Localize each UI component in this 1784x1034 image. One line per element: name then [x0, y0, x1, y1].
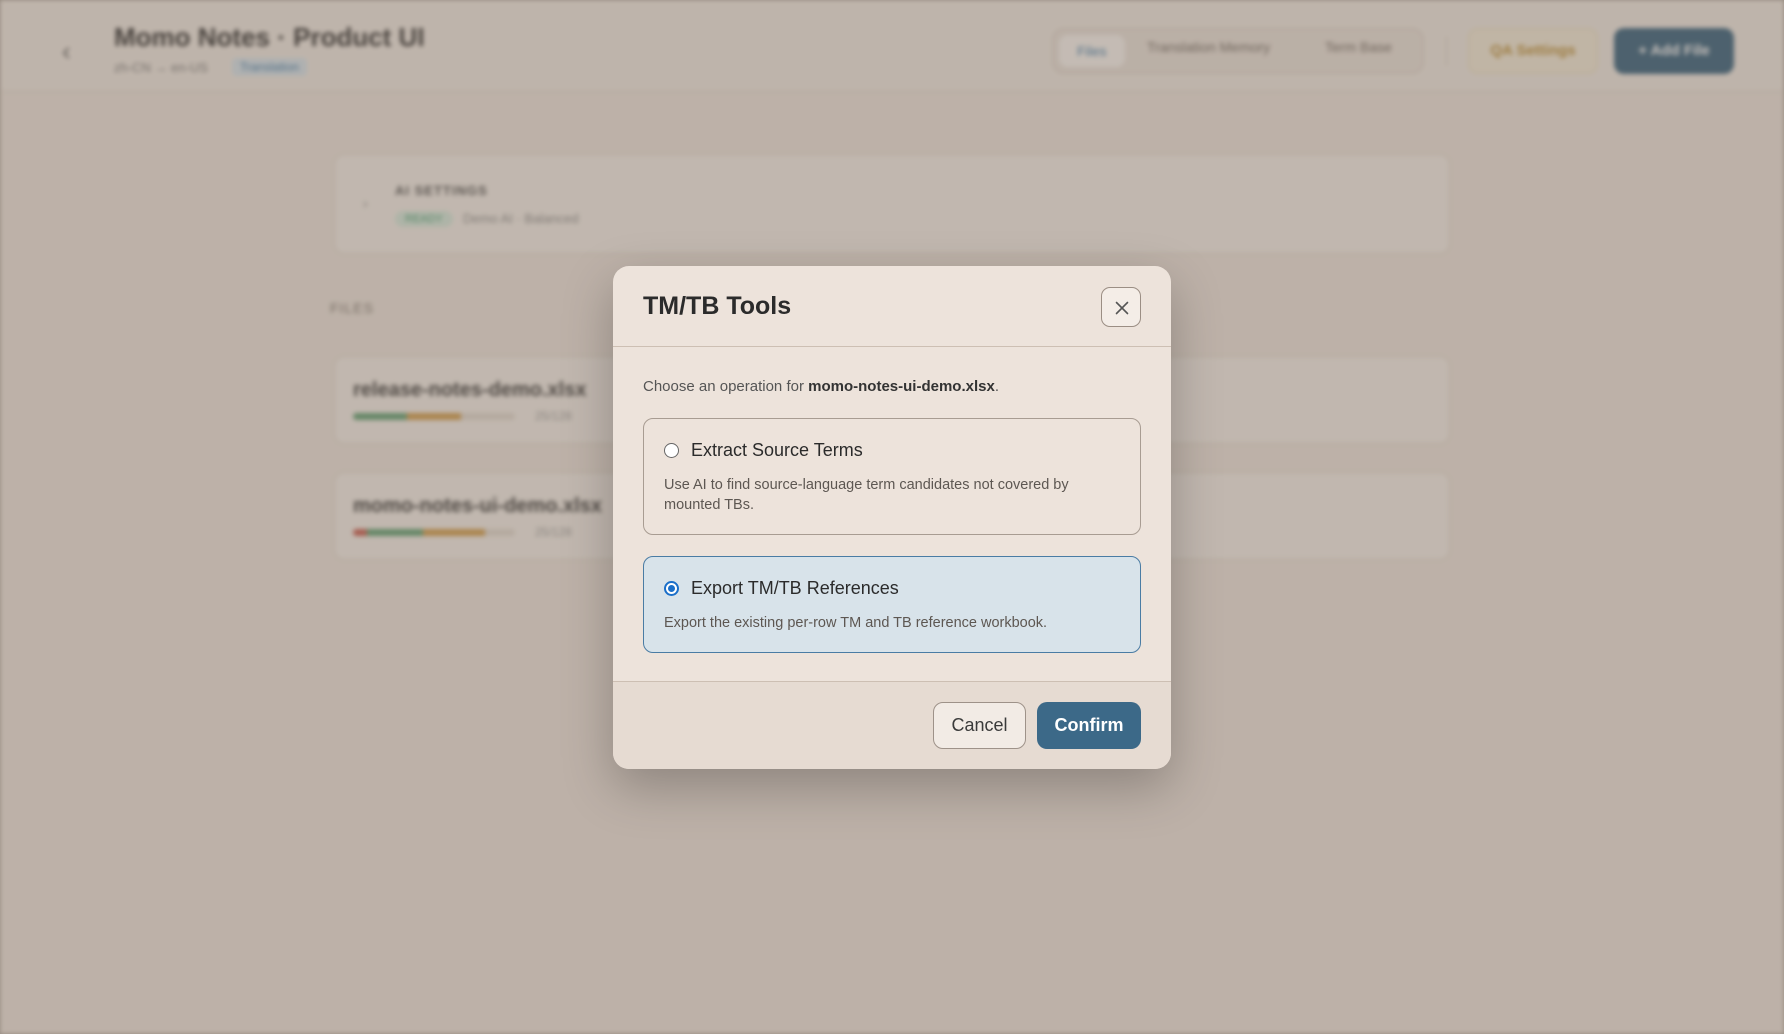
tm-tb-tools-dialog: TM/TB Tools Choose an operation for momo…	[613, 266, 1171, 769]
option-description: Use AI to find source-language term cand…	[664, 477, 1069, 513]
intro-file-name: momo-notes-ui-demo.xlsx	[808, 378, 995, 395]
radio-export-tm-tb-references[interactable]	[664, 581, 679, 596]
close-button[interactable]	[1101, 287, 1141, 327]
intro-suffix: .	[994, 378, 999, 395]
dialog-footer: Cancel Confirm	[613, 681, 1171, 769]
radio-extract-source-terms[interactable]	[664, 443, 679, 458]
screen: ‹ Momo Notes · Product UI zh-CN → en-US …	[0, 0, 1784, 1034]
confirm-button[interactable]: Confirm	[1037, 702, 1141, 749]
dialog-header: TM/TB Tools	[613, 266, 1171, 347]
intro-prefix: Choose an operation for	[643, 378, 809, 395]
option-title: Extract Source Terms	[691, 440, 863, 460]
dialog-title: TM/TB Tools	[643, 292, 792, 320]
close-icon	[1115, 301, 1129, 315]
option-title: Export TM/TB References	[691, 578, 899, 598]
option-extract-source-terms[interactable]: Extract Source Terms Use AI to find sour…	[643, 418, 1141, 535]
dialog-body: Choose an operation for momo-notes-ui-de…	[613, 348, 1171, 681]
cancel-button[interactable]: Cancel	[933, 702, 1026, 749]
option-description: Export the existing per-row TM and TB re…	[664, 615, 1048, 631]
option-export-tm-tb-references[interactable]: Export TM/TB References Export the exist…	[643, 556, 1141, 653]
dialog-intro: Choose an operation for momo-notes-ui-de…	[643, 378, 999, 395]
